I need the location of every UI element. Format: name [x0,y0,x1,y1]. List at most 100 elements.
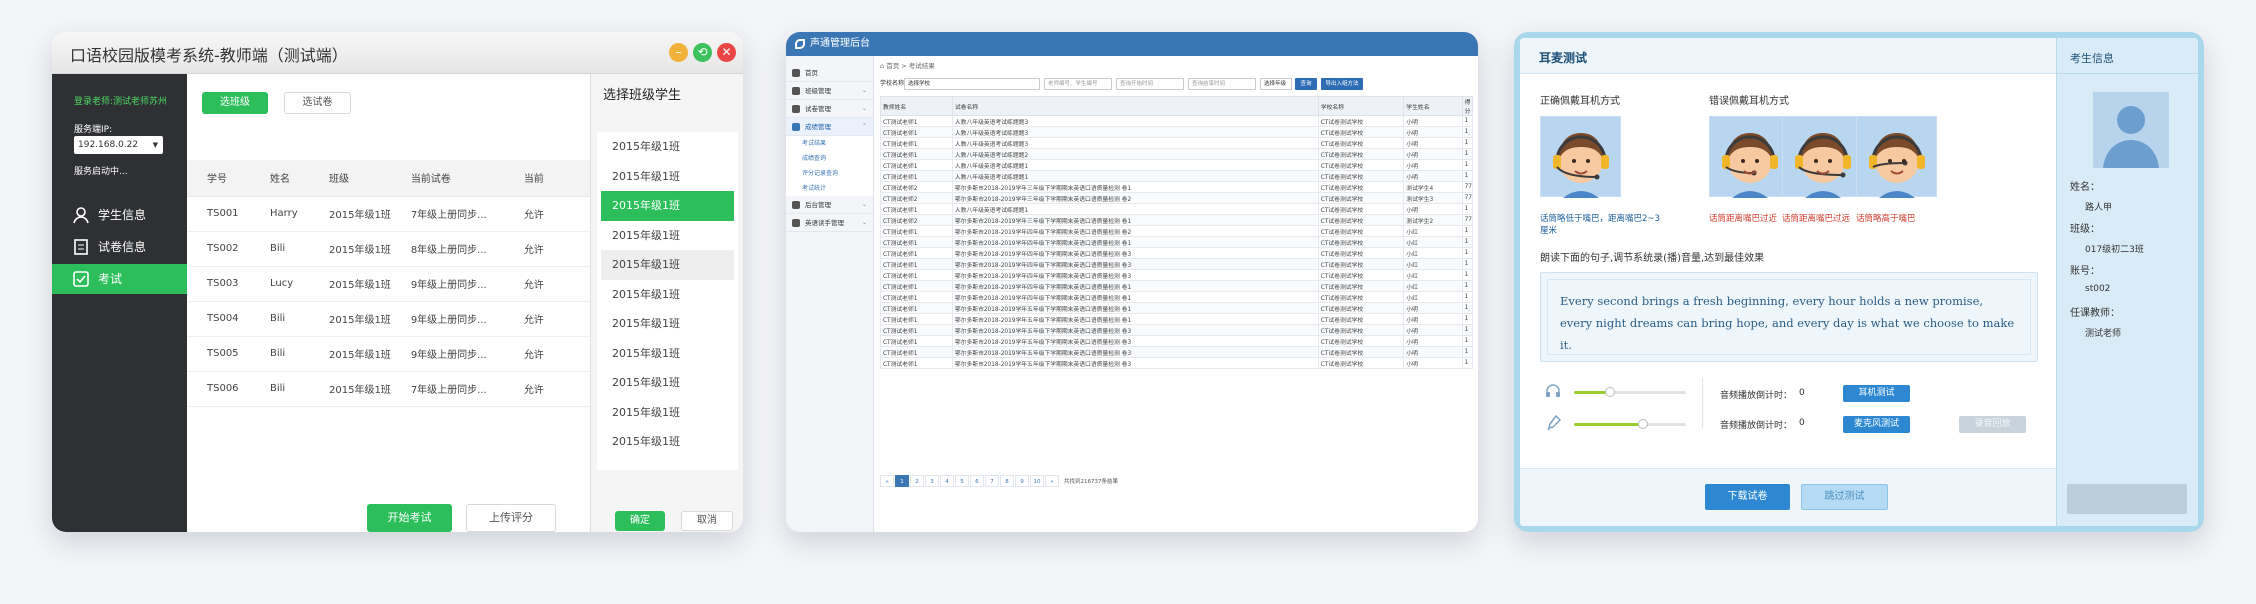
query-button[interactable]: 查询 [1295,78,1317,90]
replay-button[interactable]: 录音回放 [1959,416,2026,433]
table-row[interactable]: CT测试老师1 人教八年级英语考试练题题2 CT试卷测试学校 小明 1 [880,148,1474,160]
table-row[interactable]: CT测试老师1 鄂尔多斯市2018-2019学年四年级下学期期末英语口语质量检测 … [880,280,1474,292]
dialog-cancel-button[interactable]: 取消 [681,511,733,531]
dialog-ok-button[interactable]: 确定 [615,511,665,531]
headphone-volume-slider[interactable] [1574,387,1686,397]
start-exam-button[interactable]: 开始考试 [367,504,452,532]
table-row[interactable]: CT测试老师1 人教八年级英语考试练题题1 CT试卷测试学校 小明 1 [880,203,1474,215]
nav-paper-manage[interactable]: 试卷管理 ⌄ [786,100,873,118]
table-row[interactable]: CT测试老师1 鄂尔多斯市2018-2019学年四年级下学期期末英语口语质量检测 … [880,291,1474,303]
nav-reader-manage[interactable]: 英语读手管理 ⌄ [786,214,873,232]
table-row[interactable]: TS003 Lucy 2015年级1班 9年级上册同步... 允许 [187,266,590,302]
class-option[interactable]: 2015年级1班 [601,280,734,310]
table-row[interactable]: CT测试老师1 鄂尔多斯市2018-2019学年五年级下学期期末英语口语质量检测 … [880,346,1474,358]
table-row[interactable]: CT测试老师1 人教八年级英语考试练题题3 CT试卷测试学校 小明 1 [880,137,1474,149]
page-number[interactable]: 1 [895,475,909,487]
school-select[interactable]: 选择学校 [904,78,1040,90]
subnav-exam-result[interactable]: 考试结果 [786,136,873,151]
table-row[interactable]: CT测试老师1 鄂尔多斯市2018-2019学年五年级下学期期末英语口语质量检测 … [880,357,1474,369]
end-time-input[interactable]: 查询结束时间 [1188,78,1256,90]
table-cell: 1 [1461,324,1474,336]
slider-knob[interactable] [1638,419,1649,429]
select-paper-button[interactable]: 选试卷 [284,92,351,114]
table-row[interactable]: CT测试老师1 鄂尔多斯市2018-2019学年四年级下学期期末英语口语质量检测 … [880,269,1474,281]
subnav-score-record[interactable]: 评分记录查询 [786,166,873,181]
class-option[interactable]: 2015年级1班 [601,162,734,192]
title-bar: 口语校园版模考系统-教师端（测试端） – ⟲ ✕ [52,32,743,74]
nav-label: 英语读手管理 [805,219,844,227]
slider-knob[interactable] [1604,387,1615,397]
grade-select[interactable]: 选择年级 [1260,78,1292,90]
class-option[interactable]: 2015年级1班 [601,309,734,339]
table-row[interactable]: CT测试老师1 鄂尔多斯市2018-2019学年四年级下学期期末英语口语质量检测 … [880,247,1474,259]
page-number[interactable]: 10 [1030,475,1044,487]
teacher-student-input[interactable]: 老师编号、学生编号 [1044,78,1112,90]
page-number[interactable]: 2 [910,475,924,487]
table-row[interactable]: CT测试老师1 鄂尔多斯市2018-2019学年五年级下学期期末英语口语质量检测 … [880,324,1474,336]
nav-paper-info[interactable]: 试卷信息 [52,232,187,262]
nav-backend-manage[interactable]: 后台管理 ⌄ [786,196,873,214]
table-cell: 1 [1461,115,1474,127]
page-number[interactable]: 8 [1000,475,1014,487]
table-row[interactable]: TS005 Bili 2015年级1班 9年级上册同步... 允许 [187,336,590,372]
select-class-button[interactable]: 选班级 [202,92,268,114]
page-number[interactable]: 3 [925,475,939,487]
subnav-exam-stats[interactable]: 考试统计 [786,181,873,196]
table-row[interactable]: TS004 Bili 2015年级1班 9年级上册同步... 允许 [187,301,590,337]
subnav-score-query[interactable]: 成绩查询 [786,151,873,166]
table-row[interactable]: TS001 Harry 2015年级1班 7年级上册同步... 允许 [187,196,590,232]
class-option[interactable]: 2015年级1班 [601,191,734,221]
table-row[interactable]: CT测试老师1 鄂尔多斯市2018-2019学年四年级下学期期末英语口语质量检测 … [880,236,1474,248]
download-paper-button[interactable]: 下载试卷 [1705,484,1790,510]
skip-test-button[interactable]: 跳过测试 [1801,484,1888,510]
table-row[interactable]: CT测试老师1 人教八年级英语考试练题题3 CT试卷测试学校 小明 1 [880,115,1474,127]
class-option[interactable]: 2015年级1班 [601,368,734,398]
class-option[interactable]: 2015年级1班 [601,250,734,280]
page-number[interactable]: 5 [955,475,969,487]
table-row[interactable]: CT测试老师1 人教八年级英语考试练题题1 CT试卷测试学校 小明 1 [880,170,1474,182]
maximize-icon[interactable]: ⟲ [693,43,712,62]
page-number[interactable]: 6 [970,475,984,487]
table-row[interactable]: CT测试老师1 人教八年级英语考试练题题3 CT试卷测试学校 小明 1 [880,126,1474,138]
table-row[interactable]: TS006 Bili 2015年级1班 7年级上册同步... 允许 [187,371,590,407]
table-row[interactable]: CT测试老师1 鄂尔多斯市2018-2019学年五年级下学期期末英语口语质量检测 … [880,302,1474,314]
class-option[interactable]: 2015年级1班 [601,339,734,369]
table-row[interactable]: CT测试老师2 鄂尔多斯市2018-2019学年三年级下学期期末英语口语质量检测 … [880,192,1474,204]
class-option[interactable]: 2015年级1班 [601,398,734,428]
table-row[interactable]: TS002 Bili 2015年级1班 8年级上册同步... 允许 [187,231,590,267]
export-button[interactable]: 导出入组方法 [1321,78,1363,90]
class-option[interactable]: 2015年级1班 [601,427,734,457]
table-row[interactable]: CT测试老师1 鄂尔多斯市2018-2019学年四年级下学期期末英语口语质量检测 … [880,258,1474,270]
table-row[interactable]: CT测试老师1 鄂尔多斯市2018-2019学年四年级下学期期末英语口语质量检测 … [880,225,1474,237]
server-ip-select[interactable]: 192.168.0.22 ▼ [74,136,163,154]
playback-countdown-value: 0 [1799,388,1805,398]
close-icon[interactable]: ✕ [717,43,736,62]
table-row[interactable]: CT测试老师1 鄂尔多斯市2018-2019学年五年级下学期期末英语口语质量检测 … [880,313,1474,325]
table-row[interactable]: CT测试老师1 鄂尔多斯市2018-2019学年五年级下学期期末英语口语质量检测 … [880,335,1474,347]
page-number[interactable]: 4 [940,475,954,487]
upload-score-button[interactable]: 上传评分 [466,504,556,532]
nav-class-manage[interactable]: 班级管理 ⌄ [786,82,873,100]
headphone-test-button[interactable]: 耳机测试 [1843,385,1910,402]
mic-test-button[interactable]: 麦克风测试 [1843,416,1910,433]
page-number[interactable]: 7 [985,475,999,487]
minimize-icon[interactable]: – [669,43,688,62]
nav-home[interactable]: 首页 [786,64,873,82]
mic-volume-slider[interactable] [1574,419,1686,429]
table-row[interactable]: CT测试老师2 鄂尔多斯市2018-2019学年三年级下学期期末英语口语质量检测 … [880,181,1474,193]
table-row[interactable]: CT测试老师2 鄂尔多斯市2018-2019学年三年级下学期期末英语口语质量检测 … [880,214,1474,226]
next-page-button[interactable]: » [1045,475,1059,487]
table-cell: TS005 [187,336,250,372]
prev-page-button[interactable]: « [880,475,894,487]
class-option[interactable]: 2015年级1班 [601,221,734,251]
table-cell: CT测试老师1 [880,148,953,160]
table-row[interactable]: CT测试老师1 人教八年级英语考试练题题1 CT试卷测试学校 小明 1 [880,159,1474,171]
page-number[interactable]: 9 [1015,475,1029,487]
headset-example-image [1856,116,1937,198]
nav-score-manage[interactable]: 成绩管理 ⌃ [786,118,873,136]
start-time-input[interactable]: 查询开始时间 [1116,78,1184,90]
class-option[interactable]: 2015年级1班 [601,132,734,162]
nav-exam[interactable]: 考试 [52,264,187,294]
nav-student-info[interactable]: 学生信息 [52,200,187,230]
table-cell: TS003 [187,266,250,302]
